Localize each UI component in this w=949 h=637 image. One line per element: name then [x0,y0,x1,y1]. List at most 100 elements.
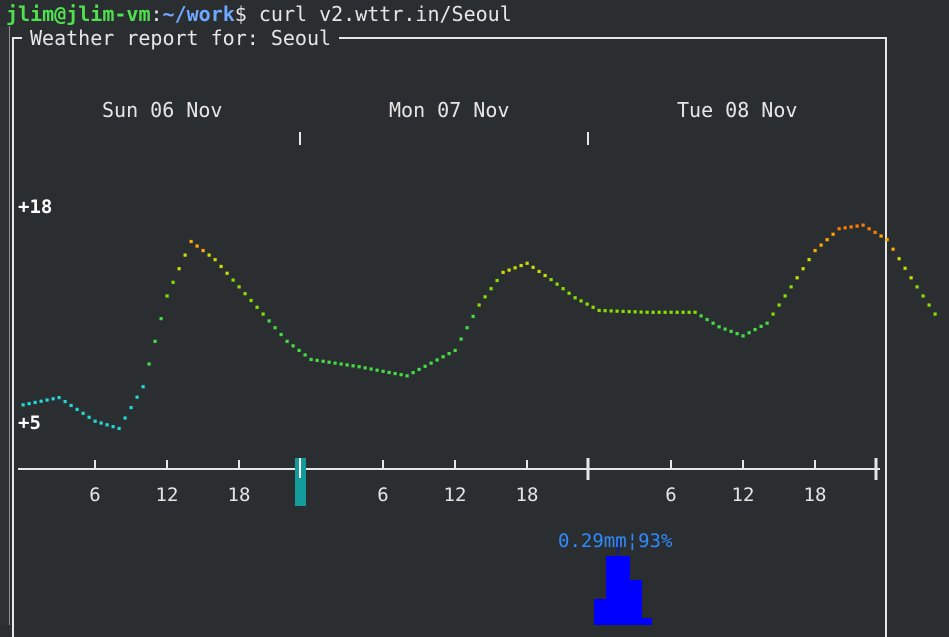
temperature-point [579,299,583,303]
temperature-point [741,334,745,338]
temperature-point [621,309,625,313]
temperature-point [237,285,241,289]
temperature-point [345,363,349,367]
temperature-point [525,261,529,265]
temperature-point [441,355,445,359]
hour-tick-label: 18 [804,484,827,506]
temperature-point [273,326,277,330]
temperature-point [39,399,43,403]
temperature-point [261,312,265,316]
temperature-point [399,373,403,377]
temperature-point [219,264,223,269]
temperature-point [783,294,787,298]
temperature-point [567,291,571,295]
temperature-point [915,285,919,289]
temperature-point [615,309,619,313]
terminal-window[interactable]: jlim@jlim-vm:~/work$ curl v2.wttr.in/Seo… [0,0,949,637]
temperature-point [387,370,391,375]
temperature-point [537,269,541,274]
temperature-point [381,369,385,373]
temperature-point [759,324,763,328]
temperature-point [135,395,139,399]
temperature-point [609,309,613,313]
temperature-point [735,332,739,336]
temperature-point [807,258,811,262]
temperature-point [375,368,379,372]
temperature-point [513,266,517,270]
temperature-point [813,248,817,253]
hour-tick-label: 12 [156,484,179,506]
temperature-point [435,358,439,362]
temperature-point [165,294,169,298]
temperature-point [903,266,907,270]
temperature-point [855,224,859,228]
temperature-point [681,310,685,314]
temperature-point [123,416,127,420]
temperature-point [483,295,487,299]
temperature-point [861,223,865,227]
temperature-point [633,310,637,314]
temperature-point [699,314,703,318]
temperature-point [327,360,331,364]
hour-tick-label: 6 [89,484,100,506]
temperature-point [111,425,115,429]
temperature-point [333,361,337,365]
temperature-point [777,303,781,307]
temperature-point [63,399,67,404]
temperature-point [255,305,259,309]
temperature-chart: +18 +5 6 12 18 6 12 18 6 12 18 [18,132,937,625]
temperature-point [357,365,361,369]
temperature-point [195,244,199,248]
temperature-point [897,257,901,261]
temperature-point [591,305,595,309]
temperature-point [555,282,559,286]
hour-tick-label: 6 [377,484,388,506]
temperature-point [705,317,709,322]
temperature-point [183,253,187,257]
temperature-point [543,273,547,278]
temperature-point [867,227,871,231]
temperature-point [81,411,85,415]
temperature-point [729,329,733,333]
temperature-point [711,321,715,325]
temperature-point [189,239,193,244]
hour-tick-label: 18 [228,484,251,506]
temperature-point [45,398,49,402]
temperature-point [21,403,25,407]
temperature-point [789,285,793,289]
temperature-point [843,226,847,230]
temperature-point [321,359,325,363]
temperature-point [489,287,493,291]
temperature-point [933,312,937,316]
temperature-point [765,321,769,325]
temperature-point [597,308,601,313]
temperature-point [603,309,607,313]
temperature-point [267,319,271,323]
temperature-point [831,232,835,236]
hour-tick-label: 6 [665,484,676,506]
temperature-point [837,227,841,231]
temperature-point [27,402,31,406]
temperature-point [309,357,313,362]
temperature-point [675,310,679,314]
temperature-point [87,415,91,419]
temperature-point [351,364,355,368]
temperature-point [57,396,61,400]
temperature-point [369,367,373,371]
y-label-max: +18 [18,196,52,218]
temperature-point [687,310,691,314]
temperature-point [117,426,121,431]
temperature-point [573,296,577,300]
temperature-point [141,385,145,389]
temperature-point [405,374,409,378]
temperature-point [363,366,367,370]
temperature-point [129,405,133,410]
temperature-point [93,419,97,423]
temperature-point [69,403,73,408]
temperature-point [825,238,829,242]
temperature-point [849,225,853,229]
temperature-point [285,339,289,343]
temperature-point [927,303,931,307]
rain-bar [630,580,642,625]
temperature-point [819,243,823,247]
